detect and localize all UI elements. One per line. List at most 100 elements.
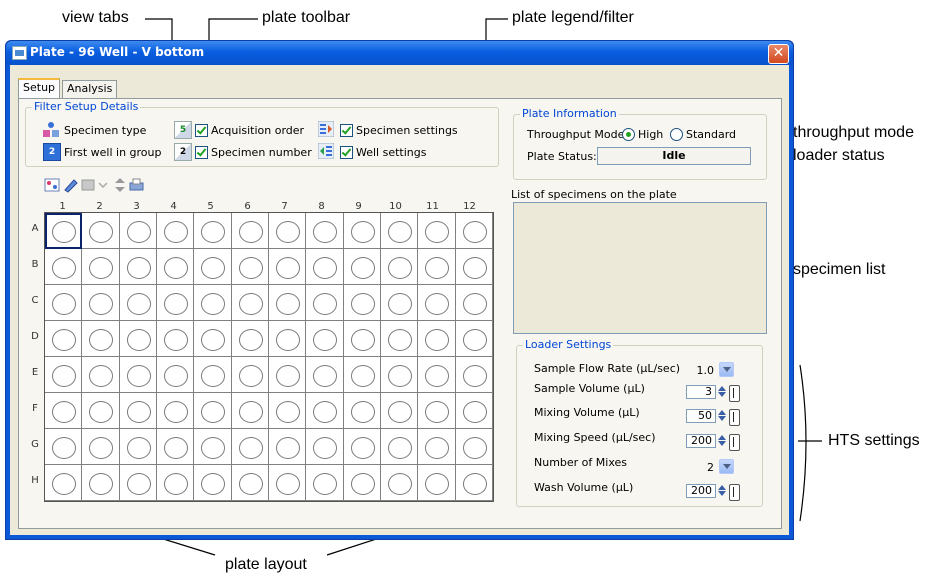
edit-well-icon[interactable]	[62, 177, 79, 193]
plate-well[interactable]	[343, 249, 381, 285]
plate-well[interactable]	[306, 285, 344, 321]
throughput-standard-radio[interactable]	[670, 128, 683, 141]
tab-analysis[interactable]: Analysis	[62, 80, 118, 98]
toolbar-dropdown-icon[interactable]	[98, 177, 108, 193]
acquisition-order-checkbox[interactable]	[195, 124, 208, 137]
plate-well[interactable]	[119, 249, 157, 285]
plate-well[interactable]	[82, 285, 120, 321]
plate-well[interactable]	[268, 321, 307, 357]
plate-well[interactable]	[119, 285, 157, 321]
plate-well[interactable]	[268, 213, 307, 249]
plate-well[interactable]	[194, 321, 232, 357]
number-of-mixes-dropdown[interactable]	[719, 459, 734, 474]
plate-well[interactable]	[306, 357, 344, 393]
flow-rate-dropdown[interactable]	[719, 362, 734, 377]
flow-rate-value[interactable]: 1.0	[684, 364, 715, 377]
plate-well[interactable]	[380, 393, 419, 429]
plate-well[interactable]	[82, 249, 120, 285]
plate-well[interactable]	[418, 321, 456, 357]
plate-well[interactable]	[231, 465, 269, 501]
move-up-down-icon[interactable]	[112, 177, 129, 193]
plate-well[interactable]	[194, 465, 232, 501]
plate-well[interactable]	[268, 357, 307, 393]
plate-well[interactable]	[268, 465, 307, 501]
plate-well[interactable]	[343, 321, 381, 357]
plate-well[interactable]	[455, 321, 493, 357]
assign-specimen-icon[interactable]	[44, 177, 61, 193]
sample-volume-tip-button[interactable]	[729, 385, 740, 402]
plate-well[interactable]	[418, 213, 456, 249]
plate-well[interactable]	[45, 357, 83, 393]
specimen-number-checkbox[interactable]	[195, 146, 208, 159]
plate-well[interactable]	[45, 465, 83, 501]
plate-well[interactable]	[194, 429, 232, 465]
plate-well[interactable]	[156, 465, 195, 501]
plate-well[interactable]	[268, 429, 307, 465]
plate-well[interactable]	[82, 393, 120, 429]
plate-well[interactable]	[119, 357, 157, 393]
plate-well[interactable]	[45, 285, 83, 321]
plate-well[interactable]	[380, 213, 419, 249]
plate-well[interactable]	[82, 465, 120, 501]
plate-well[interactable]	[418, 393, 456, 429]
plate-well[interactable]	[231, 213, 269, 249]
plate-well[interactable]	[194, 357, 232, 393]
title-bar[interactable]: Plate - 96 Well - V bottom ✕	[6, 41, 793, 65]
plate-well[interactable]	[343, 285, 381, 321]
plate-well[interactable]	[231, 429, 269, 465]
plate-well[interactable]	[418, 249, 456, 285]
plate-well[interactable]	[306, 213, 344, 249]
sample-volume-stepper[interactable]	[718, 385, 726, 400]
plate-well[interactable]	[343, 393, 381, 429]
plate-well[interactable]	[306, 393, 344, 429]
plate-well[interactable]	[231, 321, 269, 357]
plate-well[interactable]	[418, 465, 456, 501]
plate-well[interactable]	[119, 465, 157, 501]
plate-well[interactable]	[194, 393, 232, 429]
plate-well[interactable]	[455, 429, 493, 465]
plate-well[interactable]	[82, 213, 120, 249]
plate-well[interactable]	[119, 321, 157, 357]
plate-well[interactable]	[343, 465, 381, 501]
plate-well[interactable]	[380, 357, 419, 393]
plate-well[interactable]	[45, 393, 83, 429]
plate-well[interactable]	[380, 249, 419, 285]
plate-well[interactable]	[194, 249, 232, 285]
plate-well[interactable]	[455, 285, 493, 321]
clear-well-icon[interactable]	[80, 177, 97, 193]
plate-well[interactable]	[82, 429, 120, 465]
plate-well[interactable]	[156, 213, 195, 249]
plate-well[interactable]	[45, 213, 83, 249]
mixing-volume-input[interactable]: 50	[686, 409, 716, 423]
plate-well[interactable]	[231, 357, 269, 393]
plate-well[interactable]	[343, 357, 381, 393]
plate-well[interactable]	[418, 357, 456, 393]
specimen-list[interactable]	[513, 202, 767, 334]
plate-well[interactable]	[268, 249, 307, 285]
plate-well[interactable]	[268, 285, 307, 321]
plate-well[interactable]	[306, 321, 344, 357]
plate-well[interactable]	[156, 357, 195, 393]
plate-well[interactable]	[306, 429, 344, 465]
plate-well[interactable]	[343, 213, 381, 249]
plate-well[interactable]	[156, 393, 195, 429]
plate-well[interactable]	[231, 393, 269, 429]
plate-well[interactable]	[82, 321, 120, 357]
plate-well[interactable]	[156, 321, 195, 357]
plate-well[interactable]	[231, 249, 269, 285]
plate-well[interactable]	[45, 249, 83, 285]
plate-well[interactable]	[45, 429, 83, 465]
plate-well[interactable]	[119, 393, 157, 429]
plate-well[interactable]	[156, 285, 195, 321]
mixing-volume-stepper[interactable]	[718, 409, 726, 424]
plate-well[interactable]	[455, 357, 493, 393]
plate-well[interactable]	[418, 429, 456, 465]
plate-well[interactable]	[380, 321, 419, 357]
plate-well[interactable]	[194, 285, 232, 321]
plate-well[interactable]	[455, 393, 493, 429]
plate-well[interactable]	[268, 393, 307, 429]
plate-well[interactable]	[380, 465, 419, 501]
plate-well[interactable]	[119, 213, 157, 249]
plate-well[interactable]	[418, 285, 456, 321]
plate-well[interactable]	[380, 285, 419, 321]
